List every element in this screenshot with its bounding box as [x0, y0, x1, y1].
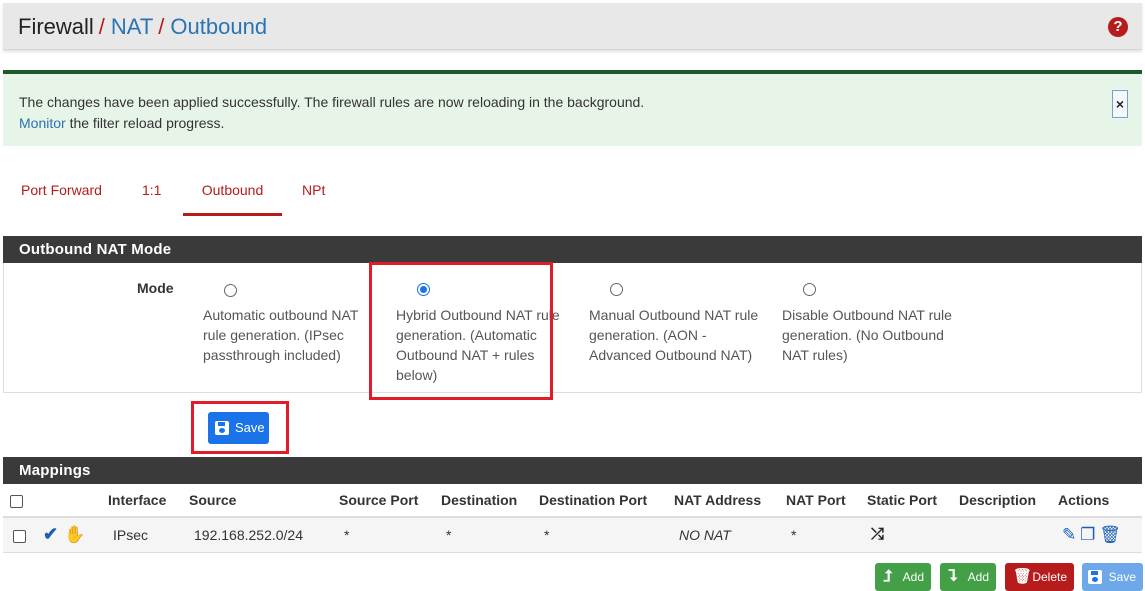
mode-option-disable-label: Disable Outbound NAT rule generation. (N… [782, 307, 952, 363]
breadcrumb-separator: / [98, 14, 105, 39]
row-select-cell [3, 517, 43, 553]
save-rules-button[interactable]: Save [1082, 563, 1143, 591]
column-header-description[interactable]: Description [959, 484, 1058, 518]
table-row[interactable]: ✔ ✋ IPsec 192.168.252.0/24 * * * NO NAT *… [3, 517, 1142, 553]
breadcrumb-nat-link[interactable]: NAT [111, 14, 153, 39]
column-header-static-port[interactable]: Static Port [867, 484, 959, 518]
alert-message: The changes have been applied successful… [19, 94, 645, 110]
row-nat-address: NO NAT [674, 517, 786, 553]
column-header-source-port[interactable]: Source Port [339, 484, 441, 518]
row-destination-port: * [539, 517, 674, 553]
breadcrumb: Firewall / NAT / Outbound [18, 14, 267, 40]
outbound-nat-mode-panel: Mode Automatic outbound NAT rule generat… [3, 263, 1142, 393]
row-source: 192.168.252.0/24 [189, 517, 339, 553]
tab-outbound[interactable]: Outbound [183, 181, 282, 216]
row-static-port: ⤮ [867, 517, 959, 553]
breadcrumb-separator: / [158, 14, 165, 39]
success-alert: The changes have been applied successful… [3, 70, 1142, 146]
column-header-nat-port[interactable]: NAT Port [786, 484, 867, 518]
column-header-interface[interactable]: Interface [108, 484, 189, 518]
row-nat-port: * [786, 517, 867, 553]
breadcrumb-outbound-link[interactable]: Outbound [170, 14, 267, 39]
mode-radio-automatic[interactable] [224, 284, 237, 297]
breadcrumb-firewall[interactable]: Firewall [18, 14, 94, 39]
add-rule-top-label: Add [902, 570, 924, 584]
tab-port-forward[interactable]: Port Forward [21, 181, 102, 216]
mode-radio-disable[interactable] [803, 283, 816, 296]
tab-npt[interactable]: NPt [302, 181, 325, 216]
hand-icon[interactable]: ✋ [64, 525, 85, 545]
floppy-disk-icon [215, 421, 229, 435]
mode-option-automatic-label: Automatic outbound NAT rule generation. … [203, 307, 359, 363]
add-rule-bottom-label: Add [967, 570, 989, 584]
save-mode-button[interactable]: Save [208, 412, 269, 444]
select-all-checkbox[interactable] [10, 494, 23, 508]
close-icon[interactable]: × [1112, 90, 1128, 118]
column-header-destination-port[interactable]: Destination Port [539, 484, 674, 518]
check-icon[interactable]: ✔ [43, 524, 58, 545]
tab-one-to-one[interactable]: 1:1 [142, 181, 161, 216]
state-column-header [43, 484, 108, 518]
save-rules-label: Save [1108, 570, 1136, 584]
row-source-port: * [339, 517, 441, 553]
column-header-source[interactable]: Source [189, 484, 339, 518]
copy-icon[interactable]: ❐ [1080, 525, 1095, 545]
add-rule-bottom-button[interactable]: ⮧ Add [940, 563, 996, 591]
column-header-destination[interactable]: Destination [441, 484, 539, 518]
monitor-link[interactable]: Monitor [19, 115, 66, 131]
column-header-nat-address[interactable]: NAT Address [674, 484, 786, 518]
edit-pencil-icon[interactable]: ✎ [1062, 525, 1076, 545]
mode-label: Mode [137, 280, 174, 296]
alert-message-line2: Monitor the filter reload progress. [19, 115, 224, 131]
floppy-disk-icon [1088, 570, 1102, 584]
trash-icon: 🗑 [1013, 568, 1033, 585]
hybrid-option-highlight [369, 262, 553, 400]
mappings-heading: Mappings [3, 457, 1142, 484]
mode-option-manual-label: Manual Outbound NAT rule generation. (AO… [589, 307, 759, 363]
save-mode-button-label: Save [235, 420, 265, 435]
row-state-cell: ✔ ✋ [43, 517, 108, 553]
trash-icon[interactable]: 🗑 [1099, 525, 1121, 545]
select-all-cell [3, 484, 43, 518]
delete-rules-button[interactable]: 🗑 Delete [1005, 563, 1074, 591]
alert-message-rest: the filter reload progress. [65, 115, 225, 131]
row-destination: * [441, 517, 539, 553]
table-header-row: Interface Source Source Port Destination… [3, 484, 1142, 518]
mappings-table: Interface Source Source Port Destination… [3, 484, 1142, 553]
row-interface: IPsec [108, 517, 189, 553]
arrow-up-icon: ⮥ [883, 568, 893, 585]
delete-rules-label: Delete [1032, 570, 1067, 584]
row-description [959, 517, 1058, 553]
outbound-nat-mode-heading: Outbound NAT Mode [3, 236, 1142, 263]
mode-radio-manual[interactable] [610, 283, 623, 296]
shuffle-icon: ⤮ [871, 525, 884, 543]
add-rule-top-button[interactable]: ⮥ Add [875, 563, 931, 591]
row-checkbox[interactable] [13, 529, 26, 543]
page-header: Firewall / NAT / Outbound ? [3, 3, 1142, 50]
column-header-actions: Actions [1058, 484, 1142, 518]
arrow-down-icon: ⮧ [948, 568, 958, 585]
question-circle-icon[interactable]: ? [1108, 17, 1128, 37]
row-actions: ✎ ❐ 🗑 [1058, 517, 1142, 553]
